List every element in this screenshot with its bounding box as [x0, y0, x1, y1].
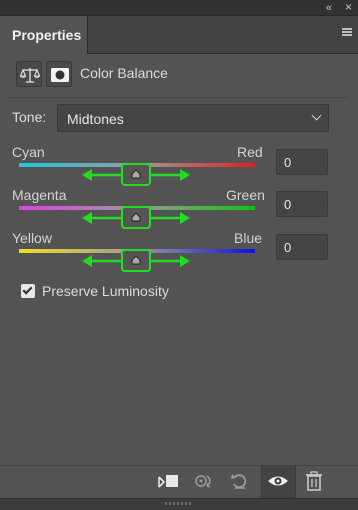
- resize-grip[interactable]: [165, 502, 193, 505]
- cyan-red-slider-handle[interactable]: [80, 163, 192, 187]
- tone-label: Tone:: [12, 109, 47, 125]
- panel-tab-row: Properties: [0, 16, 358, 54]
- close-panel-icon[interactable]: ×: [345, 0, 352, 15]
- tone-selected-value: Midtones: [67, 111, 124, 127]
- adjustment-title: Color Balance: [80, 65, 168, 81]
- panel-topbar: « ×: [0, 0, 358, 16]
- yellow-blue-slider-handle[interactable]: [80, 249, 192, 273]
- balance-scale-icon[interactable]: [16, 61, 42, 87]
- magenta-green-value: 0: [284, 197, 292, 212]
- slider-yellow-label: Yellow: [12, 230, 52, 246]
- header-divider: [10, 97, 348, 98]
- preserve-luminosity-checkbox[interactable]: [21, 284, 35, 298]
- slider-blue-label: Blue: [234, 230, 263, 246]
- preserve-luminosity-label: Preserve Luminosity: [42, 283, 169, 299]
- slider-magenta-label: Magenta: [12, 187, 67, 203]
- collapse-panel-icon[interactable]: «: [326, 1, 332, 15]
- hamburger-menu-icon[interactable]: [342, 28, 352, 36]
- tone-dropdown[interactable]: Midtones: [57, 104, 329, 132]
- tab-properties[interactable]: Properties: [0, 16, 88, 54]
- yellow-blue-value-field[interactable]: 0: [276, 234, 328, 260]
- visibility-eye-icon[interactable]: [266, 470, 290, 492]
- trash-icon[interactable]: [302, 470, 326, 492]
- slider-cyan-label: Cyan: [12, 144, 45, 160]
- layer-mask-icon[interactable]: [46, 61, 72, 87]
- yellow-blue-value: 0: [284, 240, 292, 255]
- magenta-green-value-field[interactable]: 0: [276, 191, 328, 217]
- adjustment-header: Color Balance: [0, 55, 358, 95]
- magenta-green-slider-handle[interactable]: [80, 206, 192, 230]
- chevron-down-icon: [311, 110, 322, 121]
- view-previous-state-icon[interactable]: [193, 470, 217, 492]
- clip-to-layer-icon[interactable]: [156, 470, 180, 492]
- slider-green-label: Green: [226, 187, 265, 203]
- slider-red-label: Red: [237, 144, 263, 160]
- checkmark-icon: [22, 284, 33, 295]
- cyan-red-value: 0: [284, 155, 292, 170]
- reset-icon[interactable]: [228, 470, 252, 492]
- cyan-red-value-field[interactable]: 0: [276, 149, 328, 175]
